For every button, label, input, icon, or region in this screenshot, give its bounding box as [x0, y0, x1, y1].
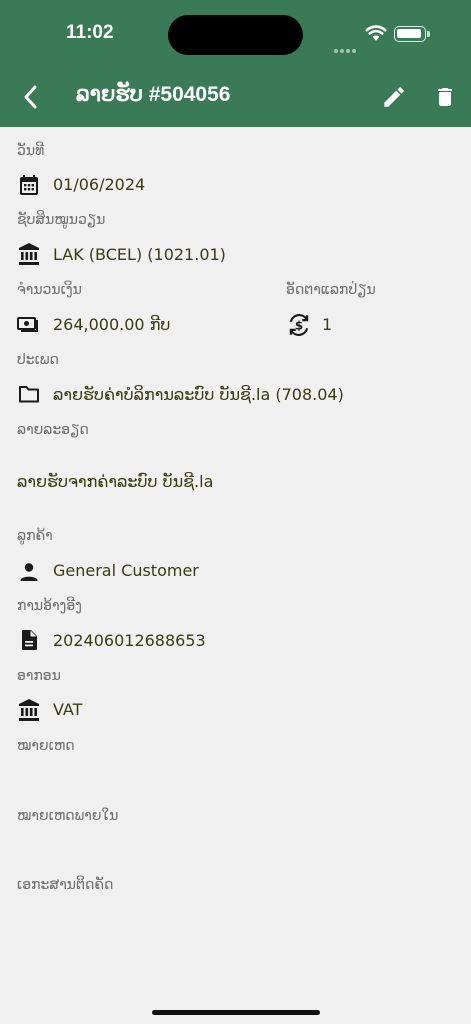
folder-icon [19, 386, 39, 403]
person-icon [20, 563, 38, 581]
dynamic-island [168, 15, 303, 55]
home-indicator[interactable] [152, 1010, 320, 1015]
bank-icon [19, 243, 39, 265]
battery-icon [394, 26, 430, 42]
reference-label: ການອ້າງອີງ [17, 598, 82, 614]
account-label: ຊັບສິນໝູນວຽນ [17, 212, 106, 228]
tax-label: ອາກອນ [17, 668, 61, 684]
customer-label: ລູກຄ້າ [17, 528, 53, 544]
pencil-icon[interactable] [381, 84, 407, 110]
type-label: ປະເພດ [17, 352, 59, 368]
note-label: ໝາຍເຫດ [17, 738, 75, 754]
rate-value: 1 [322, 315, 333, 334]
description-value: ລາຍຮັບຈາກຄ່າລະບົບ ບັນຊີ.la [17, 472, 214, 491]
trash-icon[interactable] [433, 84, 457, 110]
description-label: ລາຍລະອຽດ [17, 422, 89, 438]
reference-value: 202406012688653 [53, 631, 206, 650]
document-icon [22, 630, 37, 650]
signal-icon [334, 38, 358, 57]
date-value: 01/06/2024 [53, 175, 146, 194]
wifi-icon [365, 25, 387, 41]
chevron-left-icon[interactable] [18, 84, 44, 110]
app-header: 11:02 ລາຍຮັບ #504056 [0, 0, 471, 127]
amount-value: 264,000.00 ກີບ [53, 315, 171, 334]
account-value: LAK (BCEL) (1021.01) [53, 245, 226, 264]
date-label: ວັນທີ [17, 143, 45, 159]
attachments-label: ເອກະສານຕິດຄັດ [17, 877, 114, 893]
page-title: ລາຍຮັບ #504056 [76, 83, 231, 106]
svg-text:$: $ [295, 319, 303, 333]
currency-exchange-icon: $ [289, 314, 309, 336]
cash-icon [17, 317, 38, 332]
internal-note-label: ໝາຍເຫດພາຍໃນ [17, 808, 119, 824]
tax-value: VAT [53, 700, 83, 719]
amount-label: ຈຳນວນເງິນ [17, 282, 82, 298]
type-value: ລາຍຮັບຄ່າບໍລິການລະບົບ ບັນຊີ.la (708.04) [53, 385, 344, 404]
status-time: 11:02 [66, 22, 114, 43]
rate-label: ອັດຕາແລກປ່ຽນ [286, 282, 376, 298]
bank-icon [19, 699, 39, 721]
customer-value: General Customer [53, 561, 199, 580]
calendar-icon [20, 175, 38, 195]
